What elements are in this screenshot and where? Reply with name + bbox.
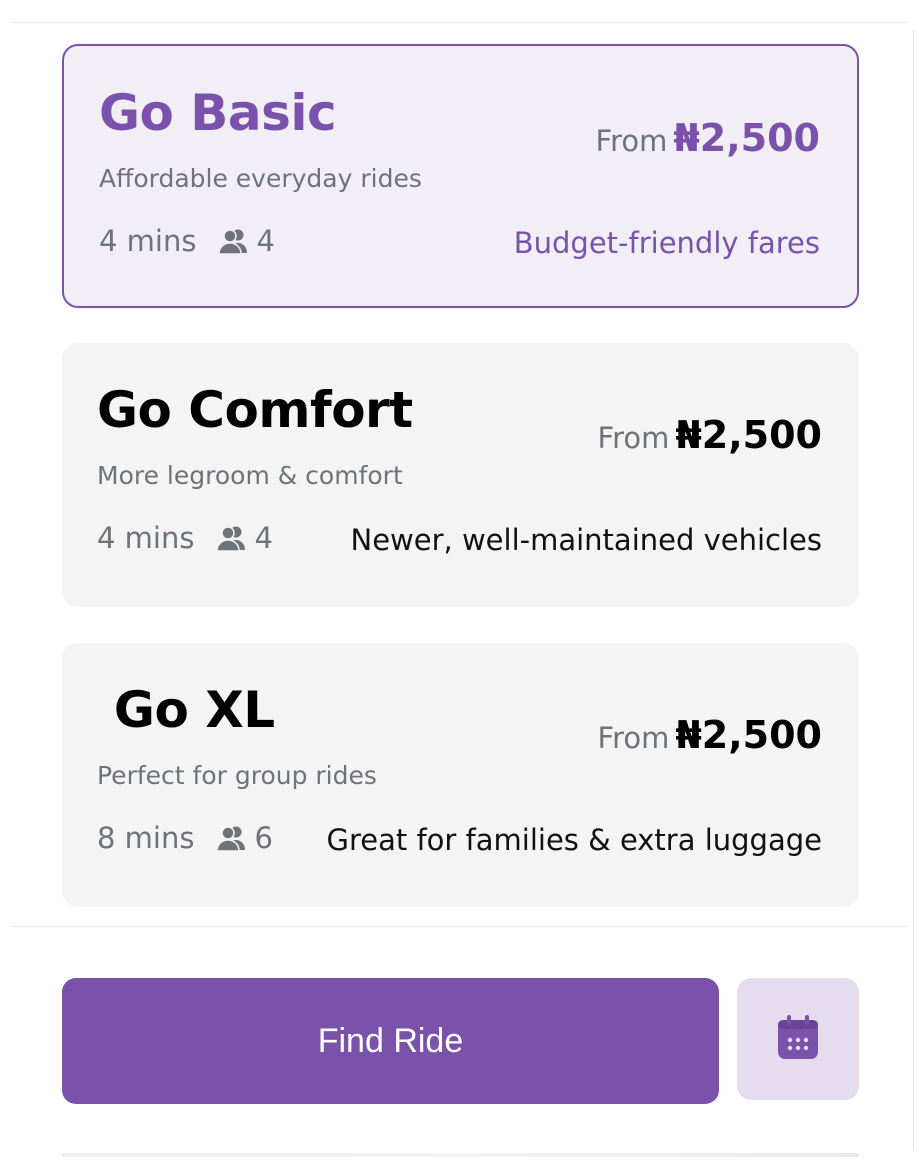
ride-option-go-basic[interactable]: Go Basic Affordable everyday rides From ₦… — [62, 44, 859, 308]
calendar-icon — [777, 1014, 819, 1064]
ride-eta: 4 mins — [99, 224, 197, 258]
ride-subtitle: Affordable everyday rides — [99, 164, 422, 193]
ride-subtitle: More legroom & comfort — [97, 461, 403, 490]
price-prefix: From — [597, 721, 670, 755]
ride-title: Go Comfort — [97, 381, 413, 439]
top-divider — [10, 22, 908, 23]
price-prefix: From — [595, 124, 668, 158]
schedule-ride-button[interactable] — [737, 978, 859, 1100]
people-icon — [216, 524, 248, 552]
price-prefix: From — [597, 421, 670, 455]
find-ride-button[interactable]: Find Ride — [62, 978, 719, 1104]
ride-option-go-xl[interactable]: Go XL Perfect for group rides From ₦2,500… — [62, 643, 859, 907]
ride-seats: 4 — [256, 224, 275, 258]
ride-eta: 8 mins — [97, 821, 195, 855]
ride-title: Go Basic — [99, 84, 337, 142]
ride-meta: 4 mins 4 — [97, 521, 273, 555]
ride-price: From ₦2,500 — [598, 713, 823, 757]
price-amount: ₦2,500 — [675, 413, 822, 457]
ride-seats: 4 — [254, 521, 273, 555]
ride-meta: 8 mins 6 — [97, 821, 273, 855]
ride-title: Go XL — [97, 681, 275, 739]
scroll-edge — [913, 30, 914, 1150]
ride-price: From ₦2,500 — [598, 413, 823, 457]
people-icon — [216, 824, 248, 852]
map-peek — [62, 1153, 859, 1157]
action-divider — [10, 926, 908, 927]
ride-meta: 4 mins 4 — [99, 224, 275, 258]
ride-eta: 4 mins — [97, 521, 195, 555]
ride-seats: 6 — [254, 821, 273, 855]
ride-price: From ₦2,500 — [596, 116, 821, 160]
ride-feature: Newer, well-maintained vehicles — [350, 523, 823, 557]
people-icon — [218, 227, 250, 255]
ride-feature: Budget-friendly fares — [513, 226, 820, 260]
price-amount: ₦2,500 — [675, 713, 822, 757]
ride-option-go-comfort[interactable]: Go Comfort More legroom & comfort From ₦2… — [62, 343, 859, 607]
price-amount: ₦2,500 — [673, 116, 820, 160]
ride-subtitle: Perfect for group rides — [97, 761, 377, 790]
ride-feature: Great for families & extra luggage — [326, 823, 822, 857]
